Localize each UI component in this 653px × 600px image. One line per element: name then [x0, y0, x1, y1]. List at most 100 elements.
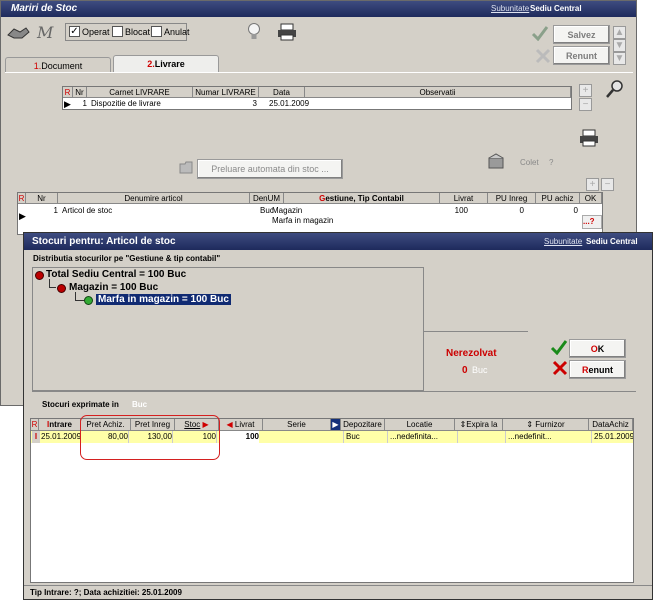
remove-article-icon[interactable]: − — [601, 178, 614, 191]
stock-cell-locatie: ...nedefinita... — [387, 431, 453, 443]
art-cell-denumire: Articol de stoc — [62, 206, 113, 215]
scroll-bottom-icon[interactable]: ▼ — [613, 52, 626, 65]
scroll-up-icon[interactable]: ▲ — [613, 26, 626, 39]
art-cell-livrat: 100 — [454, 206, 468, 215]
handshake-icon[interactable] — [6, 23, 30, 41]
tree-node-bullet-icon — [35, 271, 44, 280]
operat-checkbox[interactable]: ✓ — [69, 26, 80, 38]
stock-col-intrare[interactable]: Intrare — [39, 419, 81, 431]
table-row[interactable]: ▶ 1 Articol de stoc Buc Magazin Marfa in… — [18, 204, 602, 234]
row-pointer-icon: ▶ — [19, 211, 26, 221]
stock-cell-intrare: 25.01.2009 — [41, 432, 81, 441]
nerezolvat-label: Nerezolvat — [446, 348, 497, 359]
stocuri-exprimate-bar: Stocuri exprimate in Buc — [32, 391, 636, 413]
remove-icon[interactable]: − — [579, 98, 592, 111]
x-cancel-icon — [535, 48, 551, 64]
tree-connector — [49, 279, 56, 288]
package-icon[interactable] — [487, 153, 505, 169]
expira-label: Expira la — [466, 420, 498, 429]
m-icon[interactable]: M — [37, 23, 57, 42]
tree-node-marfa-selected[interactable]: Marfa in magazin = 100 Buc — [96, 294, 231, 305]
stock-col-furnizor[interactable]: ⇕ Furnizor — [503, 419, 589, 431]
stock-col-dataachiz: DataAchiz — [589, 419, 633, 431]
livrare-col-nr: Nr — [73, 87, 87, 98]
add-article-icon[interactable]: + — [586, 178, 599, 191]
art-col-gestiune[interactable]: Gestiune, Tip Contabil — [284, 193, 440, 204]
blocat-checkbox[interactable] — [112, 26, 123, 38]
window-title: Mariri de Stoc — [11, 3, 78, 14]
stock-cell-livrat[interactable]: 100 — [219, 431, 259, 443]
tree-node-total[interactable]: Total Sediu Central = 100 Buc — [46, 269, 186, 280]
stocuri-subunit-value: Sediu Central — [586, 237, 638, 246]
stock-col-expira[interactable]: ⇕Expira la — [455, 419, 503, 431]
distributia-label: Distributia stocurilor pe "Gestiune & ti… — [33, 254, 221, 263]
printer-icon-2[interactable] — [579, 129, 599, 147]
art-col-ok: OK — [580, 193, 602, 204]
anulat-checkbox[interactable] — [151, 26, 162, 38]
ok-button[interactable]: OK — [569, 339, 626, 358]
tree-node-bullet-icon — [84, 296, 93, 305]
table-row[interactable]: ▶ 1 Dispozitie de livrare 3 25.01.2009 — [63, 98, 571, 110]
art-cell-pu-achiz: 0 — [573, 206, 578, 215]
window-titlebar: Mariri de Stoc Subunitate Sediu Central — [1, 1, 636, 17]
art-ok-button[interactable]: ...? — [582, 215, 602, 229]
status-checkbox-group: ✓ Operat Blocat Anulat — [65, 23, 190, 41]
tab-livrare-num: 2. — [147, 59, 155, 69]
lightbulb-icon[interactable] — [247, 22, 261, 42]
folder-icon — [179, 161, 193, 174]
renunt-button[interactable]: Renunt — [569, 360, 626, 379]
stock-cell-expira — [457, 431, 501, 443]
art-col-denum: DenUM — [250, 193, 284, 204]
art-cell-tip-contabil: Marfa in magazin — [272, 216, 334, 225]
stocuri-title: Stocuri pentru: Articol de stoc — [32, 236, 176, 247]
nerezolvat-value: 0 — [462, 365, 468, 376]
ok-hotkey: O — [590, 343, 598, 354]
colet-label: Colet — [520, 158, 539, 167]
tab-livrare[interactable]: 2.Livrare — [113, 55, 219, 73]
art-col-pu-inreg: PU Inreg — [488, 193, 536, 204]
tab-document-label: Document — [41, 61, 83, 71]
nerezolvat-panel: Nerezolvat 0 Buc — [424, 331, 528, 391]
stock-cell-depozitare: Buc — [343, 431, 383, 443]
tab-document[interactable]: 1.Document — [5, 57, 111, 73]
stock-col-serie: Serie — [263, 419, 331, 431]
stocuri-titlebar: Stocuri pentru: Articol de stoc Subunita… — [24, 233, 652, 250]
status-bar: Tip Intrare: ?; Data achizitiei: 25.01.2… — [24, 585, 652, 599]
cancel-button[interactable]: Renunt — [553, 46, 610, 65]
livrare-cell-nr: 1 — [82, 99, 87, 108]
gestiune-label-rest: estiune, Tip Contabil — [325, 194, 404, 203]
furnizor-label: Furnizor — [535, 420, 565, 429]
stock-cell-serie — [265, 431, 329, 443]
row-pointer-icon: ▶ — [64, 99, 71, 109]
art-col-livrat: Livrat — [440, 193, 488, 204]
livrare-col-numar: Numar LIVRARE — [193, 87, 259, 98]
livrare-col-data: Data — [259, 87, 305, 98]
operat-label: Operat — [82, 27, 110, 37]
art-r-header: R — [18, 193, 26, 204]
add-icon[interactable]: + — [579, 84, 592, 97]
printer-icon[interactable] — [277, 23, 297, 41]
livrare-col-carnet: Carnet LIVRARE — [87, 87, 193, 98]
stock-col-locatie: Locatie — [385, 419, 455, 431]
stock-col-depozitare: Depozitare — [341, 419, 385, 431]
renunt-label-rest: enunt — [588, 364, 614, 375]
highlight-annotation — [80, 415, 220, 460]
stock-col-livrat[interactable]: ◀ Livrat — [219, 419, 263, 431]
livrare-r-header: R — [63, 87, 73, 98]
colet-help[interactable]: ? — [549, 158, 553, 167]
ok-check-icon — [550, 339, 568, 356]
scroll-down-icon[interactable]: ▼ — [613, 39, 626, 52]
distribution-tree: Total Sediu Central = 100 Buc Magazin = … — [32, 267, 424, 391]
livrat-label: Livrat — [234, 420, 255, 429]
preluare-automata-button[interactable]: Preluare automata din stoc ... — [197, 159, 343, 179]
art-col-nr: Nr — [26, 193, 58, 204]
magnifier-icon[interactable] — [605, 79, 625, 99]
save-button[interactable]: Salvez — [553, 25, 610, 44]
stock-col-nav-icon[interactable]: ▶ — [331, 419, 341, 431]
art-cell-nr: 1 — [53, 206, 58, 215]
livrare-col-observatii: Observatii — [305, 87, 571, 98]
art-col-pu-achiz: PU achiz — [536, 193, 580, 204]
stocuri-subunit-label: Subunitate — [544, 237, 583, 246]
ok-label-rest: K — [597, 343, 605, 354]
stocuri-exprimate-um: Buc — [132, 400, 148, 409]
